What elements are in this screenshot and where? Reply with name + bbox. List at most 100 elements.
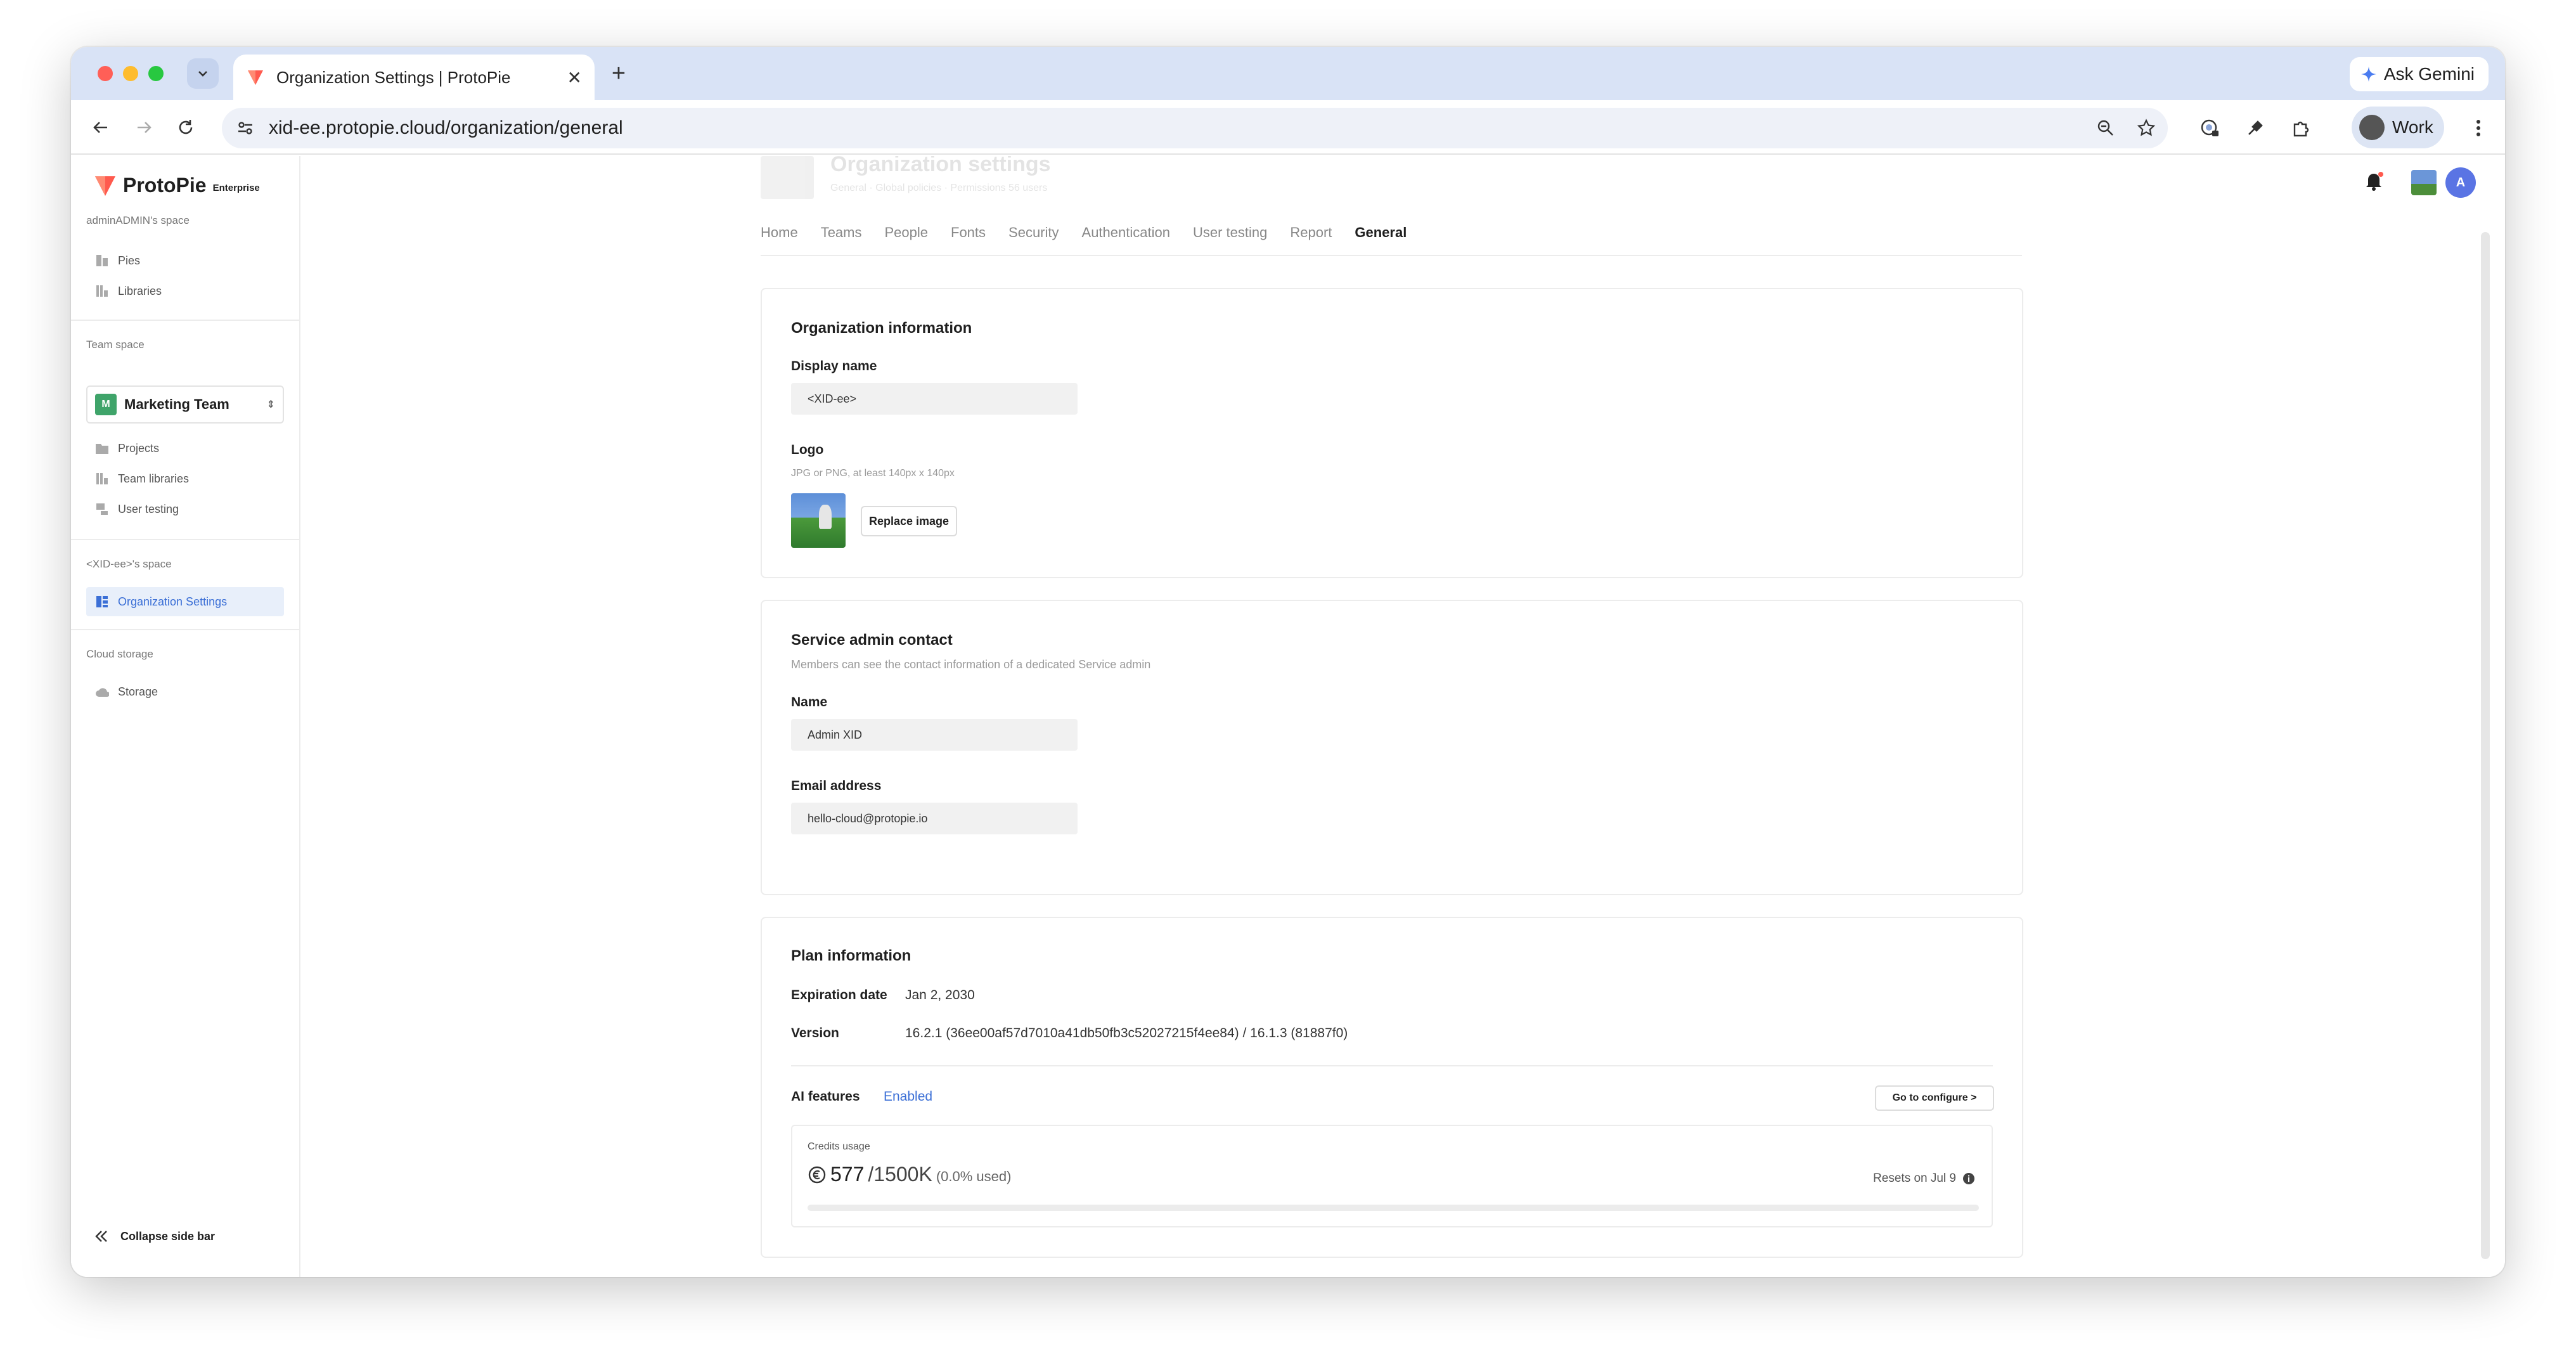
tab-general[interactable]: General bbox=[1355, 224, 1407, 255]
ask-gemini-button[interactable]: Ask Gemini bbox=[2349, 57, 2489, 91]
version-value: 16.2.1 (36ee00af57d7010a41db50fb3c520272… bbox=[905, 1026, 1348, 1040]
password-manager-icon[interactable] bbox=[2196, 114, 2224, 142]
org-settings-icon bbox=[95, 595, 109, 609]
url-text: xid-ee.protopie.cloud/organization/gener… bbox=[269, 117, 623, 138]
address-bar[interactable]: xid-ee.protopie.cloud/organization/gener… bbox=[222, 108, 2168, 148]
go-to-configure-button[interactable]: Go to configure > bbox=[1875, 1085, 1994, 1111]
tab-report[interactable]: Report bbox=[1290, 224, 1332, 255]
tab-user-testing[interactable]: User testing bbox=[1193, 224, 1267, 255]
sidebar-item-label: Projects bbox=[118, 441, 160, 455]
sidebar-item-label: Pies bbox=[118, 254, 141, 267]
double-chevron-left-icon bbox=[95, 1231, 107, 1242]
forward-arrow-icon bbox=[138, 122, 151, 133]
browser-window: Organization Settings | ProtoPie ✕ + Ask… bbox=[71, 47, 2505, 1277]
credits-amount: 577 /1500K (0.0% used) bbox=[808, 1163, 1011, 1186]
section-title: Organization information bbox=[791, 320, 972, 337]
eyedropper-icon[interactable] bbox=[2241, 114, 2269, 142]
sidebar-item-label: Libraries bbox=[118, 284, 162, 297]
top-right-avatars: A bbox=[2411, 167, 2476, 198]
logo-hint: JPG or PNG, at least 140px x 140px bbox=[791, 468, 955, 479]
close-window-button[interactable] bbox=[98, 66, 113, 81]
updown-chevron-icon: ⇕ bbox=[266, 399, 275, 410]
page-subtitle: General · Global policies · Permissions … bbox=[830, 183, 1048, 193]
tab-security[interactable]: Security bbox=[1008, 224, 1059, 255]
org-logo-thumbnail[interactable] bbox=[2411, 170, 2437, 195]
folder-icon bbox=[95, 441, 109, 455]
browser-toolbar: xid-ee.protopie.cloud/organization/gener… bbox=[71, 100, 2505, 155]
sidebar-item-pies[interactable]: Pies bbox=[86, 246, 284, 275]
credits-usage-panel: Credits usage 577 /1500K (0.0% used) Res… bbox=[791, 1125, 1993, 1227]
credit-coin-icon bbox=[808, 1166, 826, 1183]
collapse-sidebar-button[interactable]: Collapse side bar bbox=[94, 1229, 215, 1244]
tab-fonts[interactable]: Fonts bbox=[951, 224, 986, 255]
credits-percent: (0.0% used) bbox=[936, 1168, 1012, 1184]
main-panel: Organization settings General · Global p… bbox=[300, 156, 2505, 1277]
new-tab-button[interactable]: + bbox=[603, 58, 634, 89]
section-title: Service admin contact bbox=[791, 631, 953, 649]
tab-strip: Organization Settings | ProtoPie ✕ + Ask… bbox=[71, 47, 2505, 100]
org-space-title: <XID-ee>'s space bbox=[86, 558, 172, 570]
tab-search-button[interactable] bbox=[187, 58, 219, 89]
back-button[interactable] bbox=[87, 114, 114, 141]
maximize-window-button[interactable] bbox=[148, 66, 164, 81]
team-space-title: Team space bbox=[86, 339, 145, 351]
cloud-storage-title: Cloud storage bbox=[86, 648, 153, 660]
browser-tab-active[interactable]: Organization Settings | ProtoPie ✕ bbox=[233, 55, 595, 100]
browser-menu-icon[interactable] bbox=[2464, 114, 2492, 142]
close-tab-icon[interactable]: ✕ bbox=[567, 67, 582, 88]
cloud-icon bbox=[95, 685, 109, 699]
tab-home[interactable]: Home bbox=[761, 224, 798, 255]
email-label: Email address bbox=[791, 779, 882, 793]
credits-progress-bar bbox=[808, 1205, 1979, 1211]
sidebar-item-organization-settings[interactable]: Organization Settings bbox=[86, 587, 284, 616]
ai-status-badge: Enabled bbox=[884, 1089, 933, 1104]
team-select-label: Marketing Team bbox=[124, 396, 229, 412]
sidebar-item-storage[interactable]: Storage bbox=[86, 677, 284, 706]
admin-name-label: Name bbox=[791, 695, 828, 709]
reload-button[interactable] bbox=[172, 114, 199, 141]
minimize-window-button[interactable] bbox=[123, 66, 138, 81]
sidebar-item-team-libraries[interactable]: Team libraries bbox=[86, 464, 284, 493]
version-label: Version bbox=[791, 1026, 839, 1040]
protopie-logo[interactable]: ProtoPie Enterprise bbox=[94, 174, 260, 197]
settings-tabs: Home Teams People Fonts Security Authent… bbox=[761, 224, 1407, 255]
sidebar-item-label: Storage bbox=[118, 685, 158, 698]
extensions-puzzle-icon[interactable] bbox=[2287, 114, 2315, 142]
tab-teams[interactable]: Teams bbox=[821, 224, 862, 255]
zoom-icon[interactable] bbox=[2092, 114, 2120, 142]
email-field[interactable]: hello-cloud@protopie.io bbox=[791, 803, 1078, 834]
sidebar-item-libraries[interactable]: Libraries bbox=[86, 276, 284, 306]
profile-button[interactable]: Work bbox=[2352, 107, 2444, 148]
sidebar-item-label: User testing bbox=[118, 502, 179, 515]
tab-people[interactable]: People bbox=[884, 224, 928, 255]
page-title: Organization settings bbox=[830, 156, 1051, 176]
credits-label: Credits usage bbox=[808, 1141, 870, 1152]
site-info-icon[interactable] bbox=[236, 119, 255, 138]
page-scrollbar[interactable] bbox=[2481, 232, 2490, 1259]
brand-name: ProtoPie bbox=[123, 174, 207, 197]
sidebar-item-projects[interactable]: Projects bbox=[86, 434, 284, 463]
info-icon[interactable] bbox=[1962, 1172, 1975, 1185]
org-logo-preview bbox=[791, 493, 846, 548]
ai-features-label: AI features bbox=[791, 1089, 860, 1104]
personal-space-title: adminADMIN's space bbox=[86, 214, 190, 226]
libraries-icon bbox=[95, 284, 109, 298]
sidebar-item-user-testing[interactable]: User testing bbox=[86, 495, 284, 524]
forward-button[interactable] bbox=[131, 114, 157, 141]
bookmark-star-icon[interactable] bbox=[2132, 114, 2160, 142]
protopie-favicon-icon bbox=[248, 70, 263, 85]
notifications-button[interactable] bbox=[2363, 170, 2385, 195]
resets-text: Resets on Jul 9 bbox=[1873, 1172, 1956, 1185]
avatar[interactable]: A bbox=[2445, 167, 2476, 198]
admin-name-field[interactable]: Admin XID bbox=[791, 719, 1078, 751]
section-description: Members can see the contact information … bbox=[791, 658, 1151, 671]
sidebar: ProtoPie Enterprise adminADMIN's space P… bbox=[71, 156, 300, 1277]
sidebar-item-label: Team libraries bbox=[118, 472, 190, 485]
profile-avatar bbox=[2359, 115, 2385, 140]
expiration-value: Jan 2, 2030 bbox=[905, 988, 975, 1002]
replace-image-button[interactable]: Replace image bbox=[861, 506, 957, 536]
team-select-dropdown[interactable]: M Marketing Team ⇕ bbox=[86, 385, 284, 424]
display-name-field[interactable]: <XID-ee> bbox=[791, 383, 1078, 415]
tab-authentication[interactable]: Authentication bbox=[1082, 224, 1170, 255]
ask-gemini-label: Ask Gemini bbox=[2383, 64, 2475, 84]
